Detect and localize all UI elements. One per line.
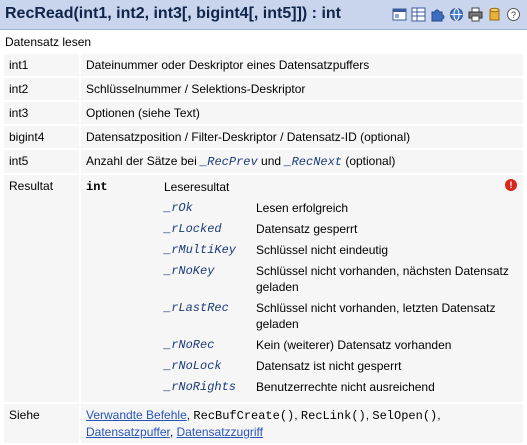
separator: , [437,408,441,422]
desc-text: und [257,154,285,168]
result-cell: ! int Leseresultat _rOk Lesen erfolgreic… [81,175,523,402]
result-code-row: _rNoKey Schlüssel nicht vorhanden, nächs… [86,262,518,299]
link-datensatzpuffer[interactable]: Datensatzpuffer [86,425,170,439]
desc-text: (optional) [342,154,396,168]
param-name: int1 [4,54,79,76]
result-text: Benutzerrechte nicht ausreichend [256,380,435,394]
help-icon[interactable]: ? [506,7,521,22]
link-reclink[interactable]: RecLink() [301,409,366,423]
database-icon[interactable] [487,7,502,22]
result-code: _rNoRights [164,380,237,394]
result-text: Datensatz ist nicht gesperrt [256,359,402,373]
result-text: Schlüssel nicht eindeutig [256,243,389,257]
result-code-row: _rOk Lesen erfolgreich [86,199,518,220]
link-datensatzzugriff[interactable]: Datensatzzugriff [177,425,264,439]
title-bar: RecRead(int1, int2, int3[, bigint4[, int… [0,0,527,30]
see-also-row: Siehe Verwandte Befehle, RecBufCreate(),… [4,404,523,443]
page-title: RecRead(int1, int2, int3[, bigint4[, int… [5,5,341,22]
param-name: int5 [4,150,79,173]
param-desc: Anzahl der Sätze bei _RecPrev und _RecNe… [81,150,523,173]
window-icon[interactable] [392,7,407,22]
see-also-label: Siehe [4,404,79,443]
result-text: Kein (weiterer) Datensatz vorhanden [256,338,452,352]
result-code-row: _rNoLock Datensatz ist nicht gesperrt [86,357,518,378]
param-desc: Datensatzposition / Filter-Deskriptor / … [81,126,523,148]
result-code-row: _rNoRec Kein (weiterer) Datensatz vorhan… [86,336,518,357]
param-name: int3 [4,102,79,124]
result-text: Schlüssel nicht vorhanden, nächsten Date… [256,264,509,294]
result-code-row: _rLocked Datensatz gesperrt [86,220,518,241]
see-also-cell: Verwandte Befehle, RecBufCreate(), RecLi… [81,404,523,443]
param-name: bigint4 [4,126,79,148]
result-label: Resultat [4,175,79,402]
table-row: bigint4 Datensatzposition / Filter-Deskr… [4,126,523,148]
result-text: Datensatz gesperrt [256,222,358,236]
result-code-row: _rLastRec Schlüssel nicht vorhanden, let… [86,299,518,336]
table-row: int3 Optionen (siehe Text) [4,102,523,124]
svg-text:?: ? [511,10,516,20]
separator: , [294,408,301,422]
toolbar: ? [392,7,521,22]
grid-icon[interactable] [411,7,426,22]
result-code-row: _rMultiKey Schlüssel nicht eindeutig [86,241,518,262]
warning-icon[interactable]: ! [505,179,517,191]
table-row: int2 Schlüsselnummer / Selektions-Deskri… [4,78,523,100]
table-row: int1 Dateinummer oder Deskriptor eines D… [4,54,523,76]
result-text: Lesen erfolgreich [256,201,349,215]
result-heading: Leseresultat [164,180,230,194]
param-desc: Optionen (siehe Text) [81,102,523,124]
result-code: _rNoKey [164,264,215,278]
result-code: _rOk [164,201,193,215]
parameter-table: int1 Dateinummer oder Deskriptor eines D… [2,52,525,445]
link-recbufcreate[interactable]: RecBufCreate() [193,409,294,423]
param-desc: Schlüsselnummer / Selektions-Deskriptor [81,78,523,100]
link-selopen[interactable]: SelOpen() [372,409,437,423]
result-code: _rLastRec [164,301,229,315]
result-code: _rLocked [164,222,222,236]
subtitle: Datensatz lesen [5,35,92,49]
result-code: _rNoLock [164,359,222,373]
constant-recnext: _RecNext [284,155,342,169]
param-name: int2 [4,78,79,100]
link-verwandte-befehle[interactable]: Verwandte Befehle [86,408,187,422]
separator: , [169,425,177,439]
result-type: int [86,180,108,194]
param-desc: Dateinummer oder Deskriptor eines Datens… [81,54,523,76]
constant-recprev: _RecPrev [200,155,258,169]
result-code-row: _rNoRights Benutzerrechte nicht ausreich… [86,378,518,399]
result-text: Schlüssel nicht vorhanden, letzten Daten… [256,301,496,331]
globe-icon[interactable] [449,7,464,22]
desc-text: Anzahl der Sätze bei [86,154,201,168]
puzzle-icon[interactable] [430,7,445,22]
printer-icon[interactable] [468,7,483,22]
result-table: int Leseresultat _rOk Lesen erfolgreich … [86,178,518,399]
table-row: int5 Anzahl der Sätze bei _RecPrev und _… [4,150,523,173]
result-row: Resultat ! int Leseresultat _rOk Lesen e… [4,175,523,402]
result-code: _rNoRec [164,338,215,352]
result-code: _rMultiKey [164,243,237,257]
